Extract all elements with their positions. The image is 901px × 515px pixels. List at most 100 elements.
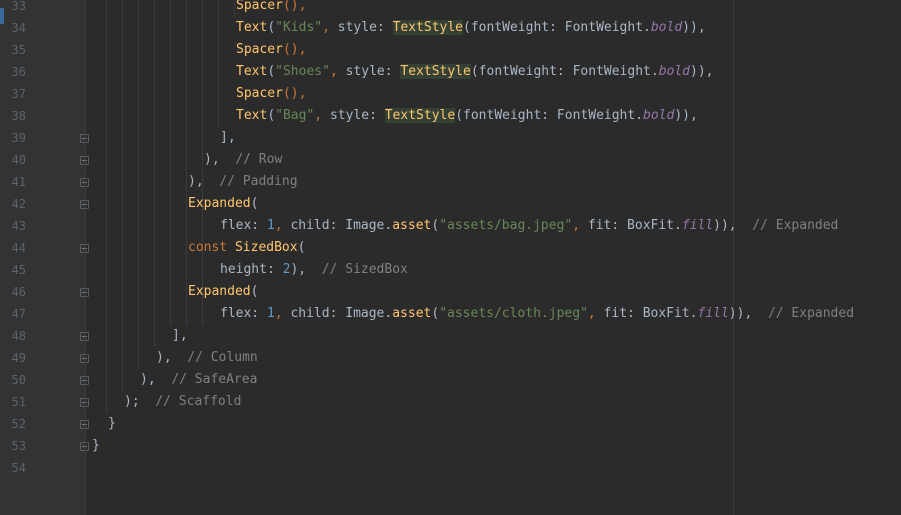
code-token: (), [282,86,307,101]
code-token: (), [282,42,307,57]
code-token: ( [431,218,440,233]
code-token: bold [650,20,683,35]
code-token: , [274,218,291,233]
line-number: 37 [11,87,26,101]
code-token: Expanded [188,284,251,299]
code-token: const [188,240,235,255]
code-line[interactable]: } [92,435,901,457]
code-token: ), [188,174,220,189]
editor-gutter: 33 34 35 36 37 38 39 40 41 42 43 44 45 46 47 48 49 50 51 52… [0,0,89,515]
code-token: style: [329,108,385,123]
code-line[interactable]: ), // Padding [92,171,901,193]
line-number: 50 [11,373,26,387]
code-token: // Column [187,350,258,365]
line-number: 45 [11,263,26,277]
code-token: ), [204,152,236,167]
code-token: flex: [220,306,267,321]
code-line[interactable]: flex: 1, child: Image.asset("assets/bag.… [92,215,901,237]
code-token: )), [690,64,714,79]
code-token: ( [267,64,276,79]
code-token: TextStyle [400,64,471,79]
code-token: Spacer [236,86,283,101]
code-token: "assets/bag.jpeg" [439,218,573,233]
code-token: ], [172,328,188,343]
line-number: 53 [11,439,26,453]
code-line[interactable]: ), // Row [92,149,901,171]
gutter-separator [85,0,86,515]
code-token: ( [250,284,259,299]
code-token: bold [658,64,690,79]
code-line[interactable]: ], [92,325,901,347]
code-line[interactable]: ), // SafeArea [92,369,901,391]
code-token: "assets/cloth.jpeg" [439,306,588,321]
code-editor[interactable]: 33 34 35 36 37 38 39 40 41 42 43 44 45 46 47 48 49 50 51 52… [0,0,901,515]
line-numbers: 33 34 35 36 37 38 39 40 41 42 43 44 45 46 47 48 49 50 51 52… [0,0,40,479]
code-token: )), [682,20,706,35]
code-token: // SizedBox [321,262,408,277]
code-token: (fontWeight: FontWeight. [455,108,644,123]
code-token: // Padding [219,174,298,189]
code-token: , [314,108,330,123]
line-number: 38 [11,109,26,123]
code-token: ), [290,262,322,277]
code-line[interactable]: const SizedBox( [92,237,901,259]
code-token: flex: [220,218,267,233]
code-area[interactable]: Spacer(), Text("Kids", style: TextStyle(f… [92,0,901,479]
code-token: child: [290,306,346,321]
code-token: ( [431,306,440,321]
code-line[interactable]: flex: 1, child: Image.asset("assets/clot… [92,303,901,325]
code-token: TextStyle [392,20,464,35]
code-token: // Expanded [767,306,855,321]
code-token: , [329,64,346,79]
code-line[interactable]: Spacer(), [92,83,901,105]
code-line[interactable]: } [92,413,901,435]
line-number: 41 [11,175,26,189]
code-token: ( [267,108,276,123]
code-token: (fontWeight: FontWeight. [470,64,659,79]
line-number: 48 [11,329,26,343]
code-token: ( [297,240,306,255]
code-token: } [92,438,100,453]
code-token: Expanded [188,196,251,211]
code-line[interactable]: ); // Scaffold [92,391,901,413]
code-token: style: [345,64,401,79]
code-token: )), [674,108,698,123]
code-line[interactable]: height: 2), // SizedBox [92,259,901,281]
code-line[interactable]: Expanded( [92,281,901,303]
code-token: "Kids" [275,20,323,35]
code-token: ], [220,130,236,145]
code-line[interactable]: Spacer(), [92,39,901,61]
code-line[interactable]: ), // Column [92,347,901,369]
code-token: Text [236,64,268,79]
code-token: (), [282,0,307,13]
code-line[interactable] [92,457,901,479]
line-number: 40 [11,153,26,167]
code-token: // SafeArea [171,372,258,387]
code-line[interactable]: Spacer(), [92,0,901,17]
code-token: ); [124,394,156,409]
code-token: SizedBox [234,240,298,255]
code-token: , [587,306,604,321]
code-line[interactable]: ], [92,127,901,149]
code-token: asset [392,306,432,321]
line-number: 47 [11,307,26,321]
line-number: 52 [11,417,26,431]
code-token: )), [713,218,753,233]
code-token: asset [392,218,432,233]
code-token: Spacer [236,42,283,57]
line-number: 46 [11,285,26,299]
code-token: fit: BoxFit. [587,218,682,233]
line-number: 43 [11,219,26,233]
code-token: ), [156,350,188,365]
code-line[interactable]: Text("Bag", style: TextStyle(fontWeight:… [92,105,901,127]
code-line[interactable]: Text("Kids", style: TextStyle(fontWeight… [92,17,901,39]
code-token: , [572,218,588,233]
code-token: Text [236,108,268,123]
code-token: height: [220,262,283,277]
code-token: 1 [266,218,275,233]
code-token: style: [337,20,393,35]
code-line[interactable]: Expanded( [92,193,901,215]
code-token: , [274,306,291,321]
code-line[interactable]: Text("Shoes", style: TextStyle(fontWeigh… [92,61,901,83]
code-token: bold [643,108,675,123]
